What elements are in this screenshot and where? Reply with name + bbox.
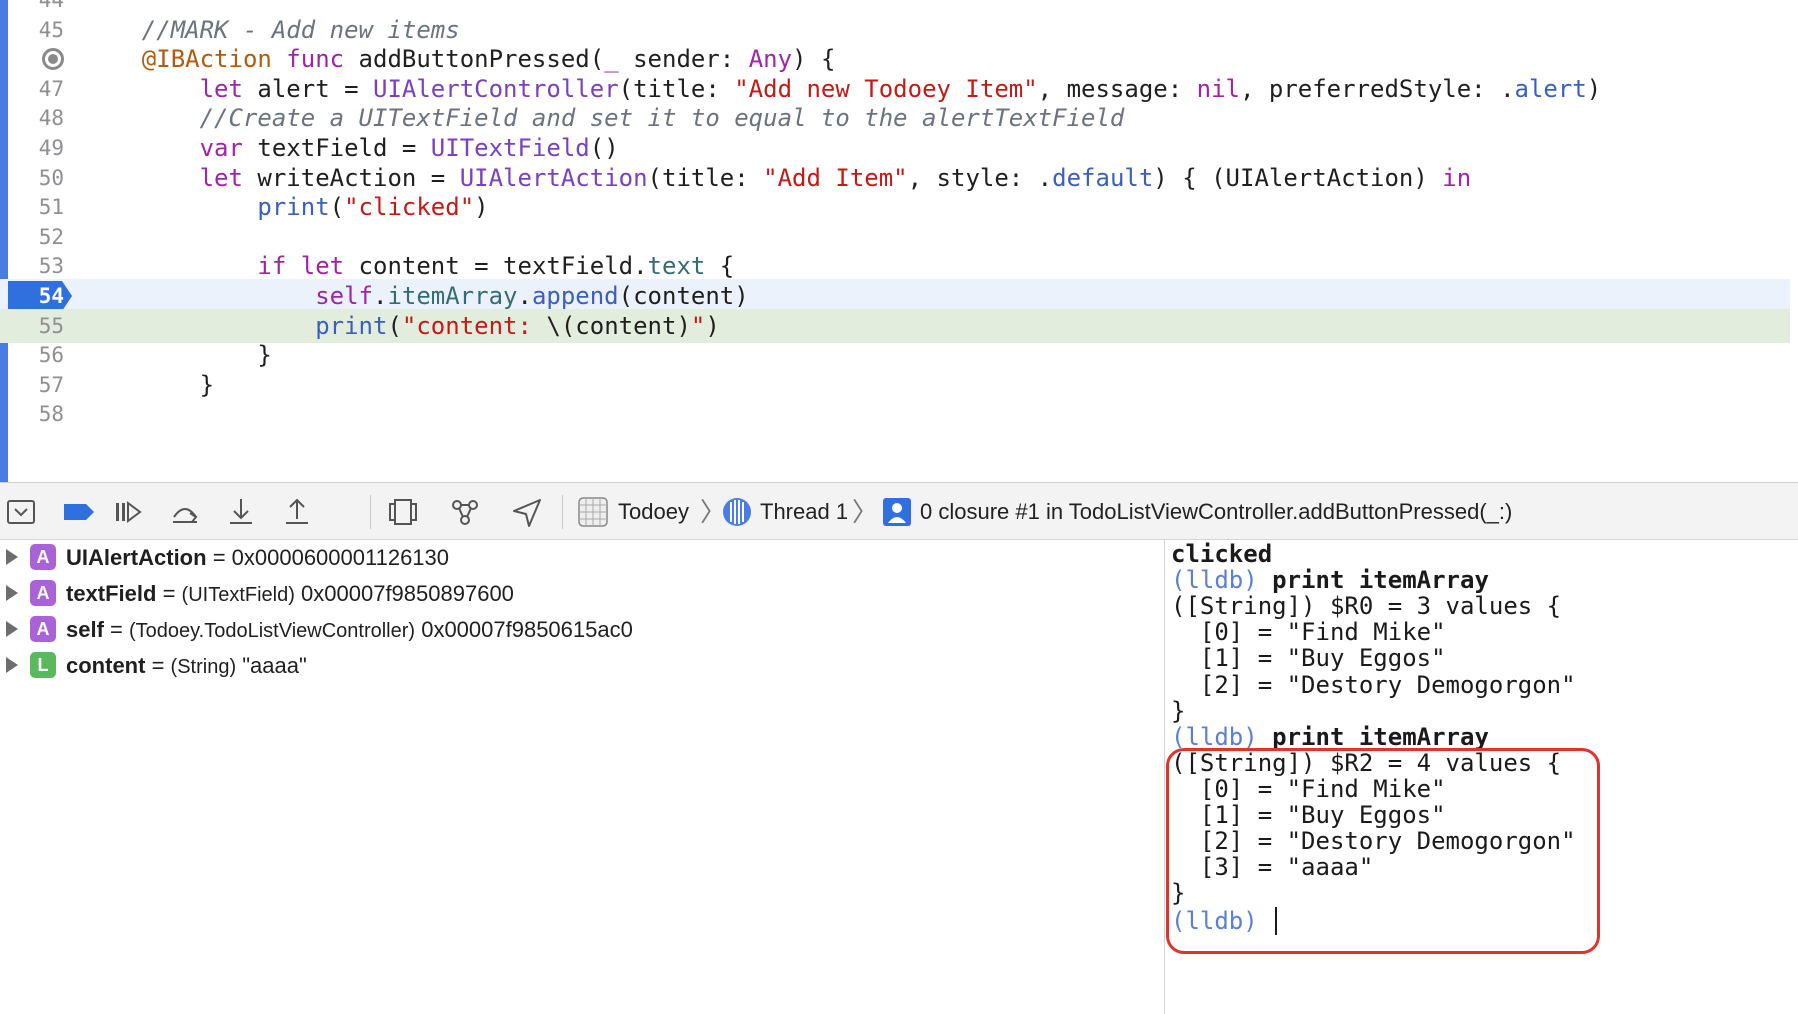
variable-text: textField = (UITextField) 0x00007f985089…	[66, 581, 514, 606]
breadcrumb-thread[interactable]: Thread 1	[760, 483, 848, 541]
variable-name: textField	[66, 581, 157, 606]
variable-row[interactable]: A UIAlertAction = 0x0000600001126130	[0, 540, 1160, 576]
chevron-right-icon: 〉	[852, 497, 879, 527]
disclosure-triangle-icon[interactable]	[6, 657, 18, 673]
code-line[interactable]: 58	[0, 397, 1790, 431]
variable-text: UIAlertAction = 0x0000600001126130	[66, 540, 449, 576]
lldb-prompt: (lldb)	[1171, 722, 1258, 751]
variable-text: content = (String) "aaaa"	[66, 653, 307, 678]
variable-type: (String)	[170, 656, 237, 678]
variable-value: = 0x0000600001126130	[212, 545, 450, 570]
highlight-annotation-box	[1166, 748, 1600, 954]
disclosure-triangle-icon[interactable]	[6, 549, 18, 565]
thread-icon	[720, 495, 754, 529]
variable-row[interactable]: AtextField = (UITextField) 0x00007f98508…	[0, 576, 1160, 612]
variable-row[interactable]: Lcontent = (String) "aaaa"	[0, 648, 1160, 684]
step-over-icon[interactable]	[168, 495, 202, 529]
app-icon	[576, 495, 610, 529]
variable-name: content	[66, 653, 146, 678]
memory-graph-icon[interactable]	[448, 495, 482, 529]
disclosure-triangle-icon[interactable]	[6, 621, 18, 637]
simulate-location-icon[interactable]	[510, 495, 544, 529]
step-out-icon[interactable]	[280, 495, 314, 529]
breadcrumb-frame[interactable]: 0 closure #1 in TodoListViewController.a…	[920, 483, 1512, 541]
variable-type: (Todoey.TodoListViewController)	[129, 620, 416, 642]
breakpoints-toggle-icon[interactable]	[62, 495, 96, 529]
debug-bar: Todoey 〉 Thread 1 〉 0 closure #1 in Todo…	[0, 482, 1798, 540]
variable-value: "aaaa"	[242, 653, 307, 678]
debug-view-hierarchy-icon[interactable]	[386, 495, 420, 529]
toolbar-separator	[370, 495, 371, 529]
argument-badge-icon: A	[30, 616, 56, 642]
lldb-prompt: (lldb)	[1171, 566, 1258, 595]
variable-value: 0x00007f9850897600	[301, 581, 514, 606]
variables-view: A UIAlertAction = 0x0000600001126130 Atext…	[0, 540, 1165, 1014]
variable-text: self = (Todoey.TodoListViewController) 0…	[66, 617, 633, 642]
variable-name: UIAlertAction	[66, 545, 207, 570]
argument-badge-icon: A	[30, 580, 56, 606]
toolbar-separator	[562, 495, 563, 529]
console-line: [2] = "Destory Demogorgon"	[1171, 670, 1576, 699]
argument-badge-icon: A	[30, 544, 56, 570]
disclosure-triangle-icon[interactable]	[6, 585, 18, 601]
local-badge-icon: L	[30, 652, 56, 678]
hide-debug-area-icon[interactable]	[4, 495, 38, 529]
breadcrumb-app[interactable]: Todoey	[618, 483, 689, 541]
code-editor[interactable]: 44 45 //MARK - Add new items @IBAction fu…	[0, 0, 1798, 482]
variable-value: 0x00007f9850615ac0	[421, 617, 633, 642]
variable-type: (UITextField)	[181, 584, 295, 606]
continue-icon[interactable]	[112, 495, 146, 529]
stack-frame-user-icon	[880, 495, 914, 529]
step-into-icon[interactable]	[224, 495, 258, 529]
variable-name: self	[66, 617, 104, 642]
line-number[interactable]: 58	[8, 397, 64, 431]
variable-row[interactable]: Aself = (Todoey.TodoListViewController) …	[0, 612, 1160, 648]
